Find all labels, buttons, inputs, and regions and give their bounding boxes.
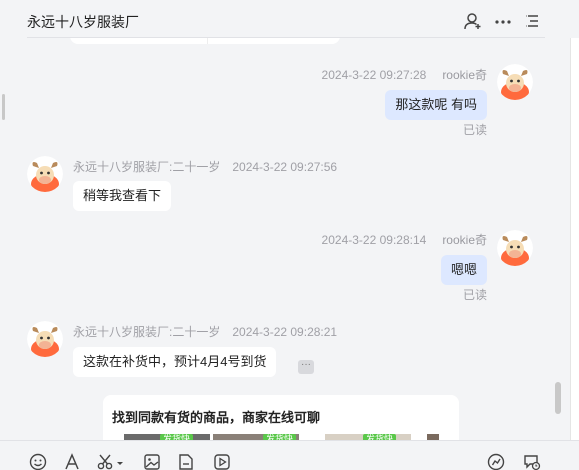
scrollbar-thumb[interactable] (555, 382, 561, 414)
sender-name: 永远十八岁服装厂:二十一岁 (73, 160, 221, 174)
history-icon[interactable] (487, 453, 505, 470)
sender-name: 永远十八岁服装厂:二十一岁 (73, 325, 221, 339)
message-meta: 永远十八岁服装厂:二十一岁 2024-3-22 09:27:56 (73, 158, 337, 175)
message-time: 2024-3-22 09:28:21 (232, 325, 338, 339)
merchant-avatar[interactable] (27, 156, 63, 192)
font-icon[interactable] (63, 453, 81, 470)
read-status: 已读 (462, 288, 487, 302)
video-icon[interactable] (213, 453, 231, 470)
file-icon[interactable] (177, 453, 195, 470)
user-avatar[interactable] (497, 64, 533, 100)
image-icon[interactable] (143, 453, 161, 470)
read-status: 已读 (462, 123, 487, 137)
emoji-icon[interactable] (29, 453, 47, 470)
chat-header: 永远十八岁服装厂 (0, 0, 579, 38)
message-more-button[interactable]: ··· (298, 360, 314, 374)
message-time: 2024-3-22 09:27:56 (232, 160, 338, 174)
scissors-icon[interactable] (97, 453, 115, 470)
chat-title: 永远十八岁服装厂 (27, 14, 139, 30)
list-icon[interactable] (524, 12, 542, 30)
card-title: 找到同款有货的商品，商家在线可聊 (112, 410, 321, 425)
merchant-avatar[interactable] (27, 321, 63, 357)
message-meta: 2024-3-22 09:27:28 rookie奇 (322, 66, 487, 83)
message-bubble[interactable]: 那这款呢 有吗 (385, 90, 487, 120)
sender-name: rookie奇 (442, 68, 487, 82)
right-panel-edge (570, 0, 579, 470)
message-meta: 2024-3-22 09:28:14 rookie奇 (322, 231, 487, 248)
header-divider (27, 37, 545, 38)
quick-reply-icon[interactable] (523, 453, 541, 470)
user-avatar[interactable] (497, 230, 533, 266)
message-time: 2024-3-22 09:28:14 (321, 233, 427, 247)
sender-name: rookie奇 (442, 233, 487, 247)
more-icon[interactable] (494, 12, 512, 30)
message-meta: 永远十八岁服装厂:二十一岁 2024-3-22 09:28:21 (73, 323, 337, 340)
message-bubble[interactable]: 稍等我查看下 (73, 181, 172, 211)
chevron-down-icon[interactable] (116, 453, 124, 470)
input-toolbar (0, 440, 579, 470)
message-time: 2024-3-22 09:27:28 (321, 68, 427, 82)
message-bubble[interactable]: 这款在补货中，预计4月4号到货 (73, 347, 277, 377)
left-resize-handle[interactable] (2, 94, 5, 120)
add-contact-icon[interactable] (464, 12, 482, 30)
message-bubble[interactable]: 嗯嗯 (440, 255, 487, 285)
